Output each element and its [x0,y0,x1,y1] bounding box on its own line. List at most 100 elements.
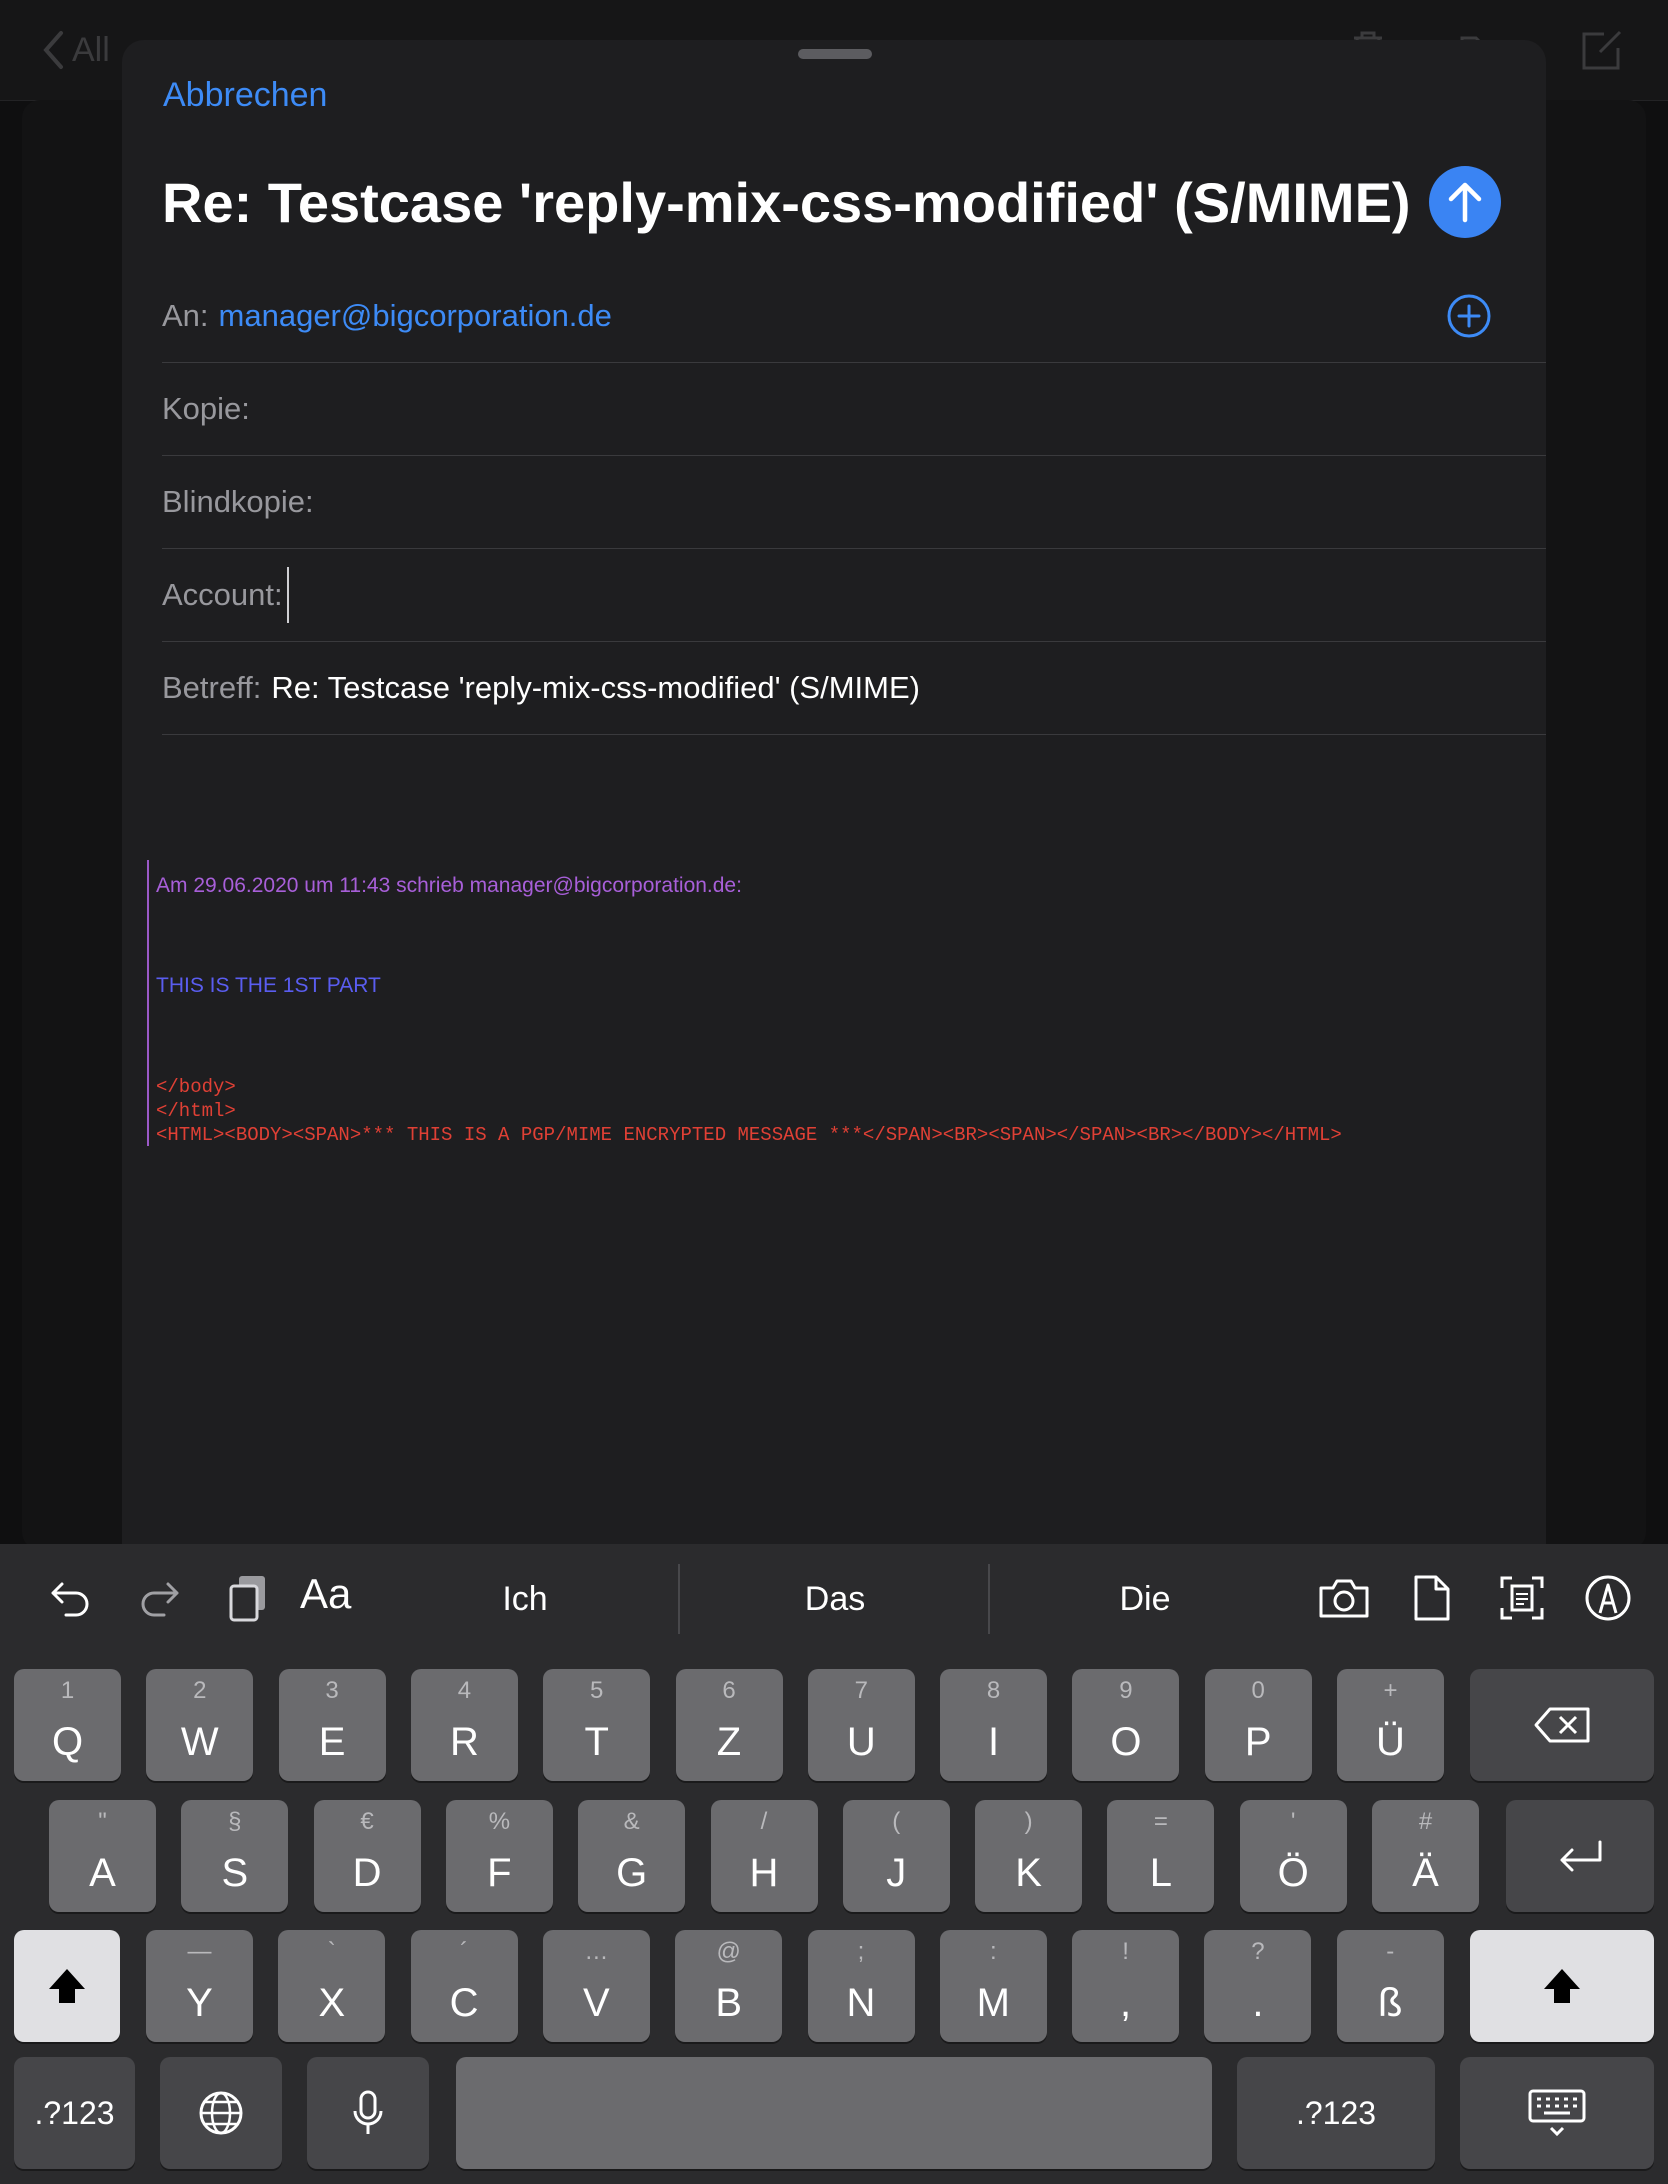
redo-button[interactable] [132,1570,188,1626]
key-letter[interactable]: % F [445,1800,553,1912]
paste-button[interactable] [220,1570,276,1626]
subject-input[interactable]: Re: Testcase 'reply-mix-css-modified' (S… [271,670,920,706]
key-letter[interactable]: 6Z [675,1669,783,1781]
to-field[interactable]: An: manager@bigcorporation.de [162,270,1546,363]
key-secondary-label: = [1153,1808,1168,1835]
key-secondary-label: 0 [1251,1677,1265,1704]
key-primary-label: I [988,1720,1000,1764]
key-letter[interactable]: ; N [807,1930,915,2042]
key-secondary-label: " [98,1808,107,1835]
markup-button[interactable] [1580,1570,1636,1626]
suggestion-3[interactable]: Die [990,1564,1300,1634]
key-letter[interactable]: = L [1107,1800,1215,1912]
key-primary-label: C [449,1981,479,2025]
key-letter[interactable]: (J [842,1800,950,1912]
key-letter[interactable]: + Ü [1337,1669,1444,1781]
key-letter[interactable]: @ B [675,1930,783,2042]
cancel-button[interactable]: Abbrechen [163,76,327,115]
dismiss-keyboard-key[interactable] [1460,2057,1654,2169]
keyboard-dismiss-icon [1528,2089,1586,2137]
camera-button[interactable] [1316,1570,1372,1626]
send-button[interactable] [1429,166,1501,238]
suggestion-1[interactable]: Ich [370,1564,680,1634]
dictation-key[interactable] [307,2057,429,2169]
key-primary-label: A [89,1851,116,1895]
shortcut-bar: Aa Ich Das Die [0,1544,1668,1654]
globe-key[interactable] [160,2057,282,2169]
compose-icon [1582,30,1622,70]
space-key[interactable] [456,2057,1212,2169]
add-recipient-icon[interactable] [1446,293,1492,339]
key-letter[interactable]: :M [939,1930,1047,2042]
key-letter[interactable]: 8I [940,1669,1048,1781]
numbers-key-left[interactable]: .?123 [14,2057,135,2169]
return-key[interactable] [1506,1800,1654,1912]
subject-field[interactable]: Betreff: Re: Testcase 'reply-mix-css-mod… [162,642,1546,735]
key-letter[interactable]: !, [1072,1930,1180,2042]
key-letter[interactable]: 2W [146,1669,254,1781]
account-label: Account: [162,577,283,612]
key-letter[interactable]: — Y [146,1930,253,2042]
key-primary-label: D [352,1851,382,1895]
arrow-up-icon [1448,182,1482,223]
key-letter[interactable]: -ß [1336,1930,1444,2042]
format-button[interactable]: Aa [300,1570,351,1618]
key-secondary-label: / [760,1808,768,1835]
key-letter[interactable]: ` X [278,1930,386,2042]
shift-key-right[interactable] [1470,1930,1654,2042]
microphone-icon-wrap [307,2057,429,2169]
recipient-token[interactable]: manager@bigcorporation.de [219,298,612,334]
key-letter[interactable]: € D [313,1800,421,1912]
key-letter[interactable]: / H [710,1800,818,1912]
key-letter[interactable]: ' Ö [1239,1800,1347,1912]
key-secondary-label: 9 [1119,1677,1133,1704]
sheet-grabber[interactable] [798,49,872,59]
key-secondary-label: § [228,1808,242,1835]
key-letter[interactable]: & G [578,1800,686,1912]
key-primary-label: W [180,1720,219,1764]
key-primary-label: L [1149,1851,1173,1895]
suggestion-2[interactable]: Das [680,1564,990,1634]
key-secondary-label: 1 [60,1677,75,1704]
key-letter[interactable]: 9O [1072,1669,1180,1781]
shift-icon [1544,1969,1580,2003]
key-secondary-label: 3 [325,1677,339,1704]
key-letter[interactable]: # Ä [1372,1800,1479,1912]
key-secondary-label: : [989,1938,997,1965]
key-secondary-label: ? [1251,1938,1265,1965]
key-letter[interactable]: 4R [410,1669,518,1781]
scan-document-button[interactable] [1494,1570,1550,1626]
bcc-label: Blindkopie: [162,484,314,519]
delete-key[interactable] [1470,1669,1654,1781]
key-letter[interactable]: 5T [543,1669,651,1781]
clipboard-icon [229,1576,265,1622]
key-primary-label: P [1244,1720,1272,1764]
return-icon-wrap [1506,1800,1654,1912]
key-letter[interactable]: ´ C [410,1930,518,2042]
account-field[interactable]: Account: [162,549,1546,642]
cc-field[interactable]: Kopie: [162,363,1546,456]
key-letter[interactable]: 0P [1204,1669,1312,1781]
cc-label: Kopie: [162,391,250,426]
shift-icon [49,1969,85,2003]
key-primary-label: . [1252,1981,1264,2025]
key-letter[interactable]: 3E [278,1669,386,1781]
key-letter[interactable]: ?. [1204,1930,1312,2042]
key-secondary-label: ! [1122,1938,1129,1965]
key-primary-label: M [976,1981,1010,2025]
bcc-field[interactable]: Blindkopie: [162,456,1546,549]
undo-button[interactable] [42,1570,98,1626]
key-letter[interactable]: 1Q [14,1669,121,1781]
numbers-key-right[interactable]: .?123 [1237,2057,1435,2169]
key-letter[interactable]: ) K [975,1800,1083,1912]
subject-label: Betreff: [162,670,262,705]
key-primary-label: Z [716,1720,742,1764]
key-letter[interactable]: " A [49,1800,156,1912]
key-letter[interactable]: 7U [807,1669,915,1781]
quoted-message[interactable]: Am 29.06.2020 um 11:43 schrieb manager@b… [147,860,1537,1146]
attach-document-button[interactable] [1404,1570,1460,1626]
key-letter[interactable]: § S [181,1800,289,1912]
scan-icon [1500,1576,1544,1620]
shift-key-left[interactable] [14,1930,120,2042]
key-letter[interactable]: … V [542,1930,650,2042]
